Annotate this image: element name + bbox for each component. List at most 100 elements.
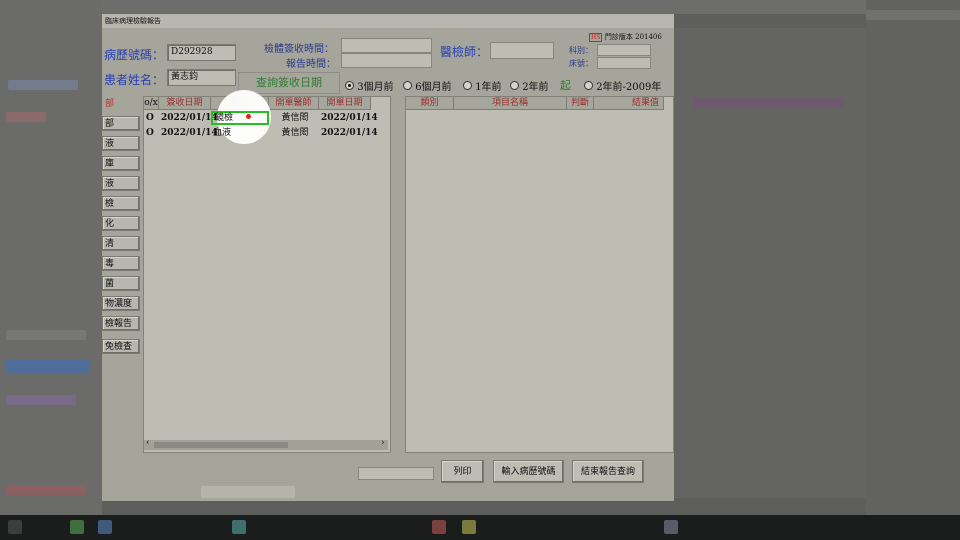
taskbar-app-icon[interactable] [462,520,476,534]
query-option-2y[interactable]: 2年前 [510,78,549,93]
col-sign-date[interactable]: 簽收日期 [159,97,211,110]
query-option-range[interactable]: 2年前-2009年 [584,78,661,93]
background-app-left [0,0,102,515]
row-ox: O [146,113,154,123]
col-item-name[interactable]: 項目名稱 [454,97,567,110]
query-option-label: 2年前 [522,82,549,93]
report-time-label: 報告時間： [286,59,336,70]
specimen-time-label: 檢體簽收時間： [264,44,334,55]
from-label: 起 [560,79,571,92]
query-option-1y[interactable]: 1年前 [463,78,502,93]
sidebar-item-12[interactable]: 免檢查 [102,339,140,354]
background-app-center [674,28,866,498]
sidebar-item-4[interactable]: 液 [102,176,140,191]
radio-range-icon[interactable] [584,81,593,90]
sidebar-item-9[interactable]: 菌 [102,276,140,291]
cursor-dot-icon [246,114,251,119]
bed-label: 床號： [569,59,593,68]
end-report-query-button[interactable]: 結束報告查詢 [572,460,644,483]
sidebar-item-3[interactable]: 庫 [102,156,140,171]
scrollbar-thumb[interactable] [154,442,288,448]
col-result-value[interactable]: 結果值 [594,97,664,110]
sidebar-item-10[interactable]: 物濃度 [102,296,140,311]
row-doctor: 黃信閎 [281,128,309,138]
row-order-date: 2022/01/14 [321,113,378,123]
query-option-3m[interactable]: 3個月前 [345,78,394,93]
left-table-panel [143,96,391,453]
version-info: HS 門診版本 201406 [589,32,662,42]
doctor-label: 醫檢師： [440,45,489,59]
scroll-left-icon[interactable]: ‹ [146,438,150,448]
col-order-date[interactable]: 開單日期 [319,97,371,110]
background-app-top [102,0,866,14]
title-bar: 臨床病理檢驗報告 [102,14,674,28]
background-strip [8,80,78,90]
horizontal-scrollbar[interactable]: ‹ › [144,438,388,450]
col-ordering-doctor[interactable]: 開單醫師 [269,97,319,110]
background-strip [6,360,90,374]
print-button[interactable]: 列印 [441,460,484,483]
taskbar-app-icon[interactable] [232,520,246,534]
taskbar [0,515,960,540]
taskbar-app-icon[interactable] [98,520,112,534]
specimen-time-field[interactable] [341,38,432,53]
row-date: 2022/01/14 [161,128,218,138]
col-judgement[interactable]: 判斷 [567,97,594,110]
background-strip [6,330,86,340]
bed-field[interactable] [597,57,651,69]
row-category: 血液 [213,128,232,138]
sidebar-item-0[interactable]: 部 [102,96,140,111]
chart-no-field[interactable]: D292928 [167,44,236,61]
background-strip [6,485,86,495]
version-text: 門診版本 201406 [604,33,662,41]
row-category-selected[interactable]: 鏡檢 [211,111,269,125]
sidebar-item-7[interactable]: 清 [102,236,140,251]
report-time-field[interactable] [341,53,432,68]
radio-1y-icon[interactable] [463,81,472,90]
patient-name-field[interactable]: 黃志鈞 [167,69,236,86]
sidebar-item-2[interactable]: 液 [102,136,140,151]
sidebar-item-11[interactable]: 檢報告 [102,316,140,331]
col-ox[interactable]: o/x [144,97,159,110]
taskbar-app-icon[interactable] [70,520,84,534]
query-option-6m[interactable]: 6個月前 [403,78,452,93]
start-icon[interactable] [8,520,22,534]
background-strip [694,98,844,108]
query-option-label: 3個月前 [357,82,394,93]
right-results-panel [405,96,674,453]
table-row[interactable]: O 2022/01/14 血液 黃信閎 2022/01/14 [144,126,378,140]
version-badge: HS [589,33,603,42]
row-date: 2022/01/14 [161,113,218,123]
dept-field[interactable] [597,44,651,56]
row-doctor: 黃信閎 [281,113,309,123]
col-result-category[interactable]: 類別 [406,97,454,110]
scroll-right-icon[interactable]: › [381,438,385,448]
radio-3m-icon[interactable] [345,81,354,90]
status-bar-field [201,486,295,498]
patient-name-label: 患者姓名： [104,73,165,87]
progress-field [358,467,434,480]
query-option-label: 2年前-2009年 [596,82,662,93]
background-strip [6,395,76,405]
background-strip [6,112,46,122]
radio-2y-icon[interactable] [510,81,519,90]
query-option-label: 1年前 [475,82,502,93]
table-row[interactable]: O 2022/01/14 鏡檢 黃信閎 2022/01/14 [144,111,378,125]
background-app-right [866,0,960,515]
taskbar-app-icon[interactable] [664,520,678,534]
window-title: 臨床病理檢驗報告 [105,17,161,25]
taskbar-app-icon[interactable] [432,520,446,534]
row-order-date: 2022/01/14 [321,128,378,138]
chart-no-label: 病歷號碼： [104,48,165,62]
doctor-field[interactable] [490,42,554,59]
radio-6m-icon[interactable] [403,81,412,90]
sidebar-item-6[interactable]: 化 [102,216,140,231]
background-strip [866,10,960,20]
sidebar-item-8[interactable]: 毒 [102,256,140,271]
row-ox: O [146,128,154,138]
sidebar-item-1[interactable]: 部 [102,116,140,131]
dept-label: 科別： [569,46,593,55]
enter-chart-no-button[interactable]: 輸入病歷號碼 [493,460,564,483]
sidebar-item-5[interactable]: 檢 [102,196,140,211]
query-option-label: 6個月前 [415,82,452,93]
